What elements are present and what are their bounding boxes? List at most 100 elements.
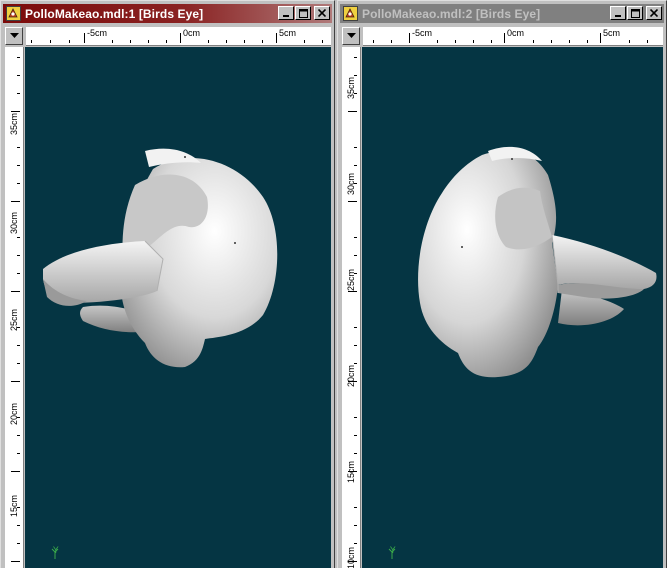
ruler-tick xyxy=(354,435,357,436)
ruler-tick xyxy=(17,543,20,544)
ruler-tick xyxy=(166,40,167,43)
view-menu-button[interactable] xyxy=(342,27,360,45)
ruler-tick xyxy=(11,291,20,292)
ruler-tick xyxy=(17,345,20,346)
ruler-tick xyxy=(354,327,357,328)
ruler-label: -5cm xyxy=(412,28,432,38)
title-bar[interactable]: PolloMakeao.mdl:1 [Birds Eye] xyxy=(3,4,332,23)
3d-viewport[interactable]: Y xyxy=(25,47,331,568)
ruler-tick xyxy=(17,183,20,184)
ruler-tick xyxy=(354,363,357,364)
ruler-label: 20cm xyxy=(9,402,19,425)
maximize-icon xyxy=(630,8,640,18)
minimize-button[interactable] xyxy=(278,6,294,20)
ruler-tick xyxy=(17,57,20,58)
bird-head-model[interactable] xyxy=(362,47,663,568)
window-title: PolloMakeao.mdl:2 [Birds Eye] xyxy=(362,6,541,21)
ruler-tick xyxy=(17,237,20,238)
ruler-tick xyxy=(262,40,263,43)
ruler-tick xyxy=(437,40,438,43)
close-button[interactable] xyxy=(646,6,662,20)
ruler-label: 5cm xyxy=(279,28,297,38)
ruler-tick xyxy=(348,381,357,382)
maximize-button[interactable] xyxy=(627,6,643,20)
title-bar[interactable]: PolloMakeao.mdl:2 [Birds Eye] xyxy=(340,4,664,23)
ruler-label: 30cm xyxy=(9,211,19,234)
ruler-tick xyxy=(354,543,357,544)
ruler-tick xyxy=(17,417,20,418)
ruler-tick xyxy=(130,40,131,43)
horizontal-ruler: -5cm 0cm 5cm xyxy=(26,27,331,46)
y-axis-label: Y xyxy=(390,546,396,556)
minimize-icon xyxy=(283,15,289,17)
ruler-tick xyxy=(180,33,181,43)
ruler-tick xyxy=(322,40,323,43)
ruler-tick xyxy=(354,345,357,346)
horizontal-ruler: -5cm 0cm 5cm xyxy=(363,27,663,46)
minimize-button[interactable] xyxy=(610,6,626,20)
ruler-tick xyxy=(17,273,20,274)
minimize-icon xyxy=(615,15,621,17)
ruler-tick xyxy=(409,33,410,43)
ruler-tick xyxy=(354,75,357,76)
ruler-tick xyxy=(17,507,20,508)
ruler-tick xyxy=(348,201,357,202)
ruler-tick xyxy=(391,40,392,43)
ruler-tick xyxy=(11,471,20,472)
ruler-tick xyxy=(148,40,149,43)
ruler-tick xyxy=(348,291,357,292)
ruler-tick xyxy=(354,255,357,256)
ruler-label: 0cm xyxy=(183,28,201,38)
ruler-tick xyxy=(354,273,357,274)
bird-head-model[interactable] xyxy=(25,47,331,568)
ruler-tick xyxy=(11,381,20,382)
ruler-tick xyxy=(112,40,113,43)
ruler-tick xyxy=(373,40,374,43)
ruler-tick xyxy=(226,40,227,43)
ruler-tick xyxy=(11,561,20,562)
ruler-tick xyxy=(533,40,534,43)
view-menu-button[interactable] xyxy=(5,27,23,45)
ruler-tick xyxy=(11,201,20,202)
ruler-tick xyxy=(17,435,20,436)
ruler-tick xyxy=(17,165,20,166)
ruler-label: 20cm xyxy=(346,364,356,387)
ruler-tick xyxy=(11,111,20,112)
ruler-tick xyxy=(473,40,474,43)
model-window-2[interactable]: PolloMakeao.mdl:2 [Birds Eye] -5cm 0cm 5… xyxy=(337,0,667,568)
app-icon[interactable] xyxy=(5,6,21,22)
ruler-tick xyxy=(354,525,357,526)
ruler-tick xyxy=(348,471,357,472)
ruler-label: 35cm xyxy=(9,112,19,135)
ruler-tick xyxy=(587,40,588,43)
ruler-tick xyxy=(354,57,357,58)
window-title: PolloMakeao.mdl:1 [Birds Eye] xyxy=(25,6,204,21)
ruler-label: 35cm xyxy=(346,76,356,99)
dropdown-arrow-icon xyxy=(346,33,356,38)
ruler-tick xyxy=(354,147,357,148)
ruler-tick xyxy=(354,417,357,418)
ruler-tick xyxy=(84,33,85,43)
ruler-tick xyxy=(504,33,505,43)
ruler-label: 10cm xyxy=(346,546,356,568)
model-window-1[interactable]: PolloMakeao.mdl:1 [Birds Eye] -5cm 0cm 5… xyxy=(0,0,335,568)
ruler-tick xyxy=(17,75,20,76)
ruler-tick xyxy=(629,40,630,43)
ruler-tick xyxy=(17,93,20,94)
close-button[interactable] xyxy=(314,6,330,20)
vertical-ruler: 35cm 30cm 25cm 20cm 15cm xyxy=(5,47,24,568)
maximize-icon xyxy=(298,8,308,18)
ruler-tick xyxy=(354,507,357,508)
ruler-tick xyxy=(17,255,20,256)
ruler-label: 5cm xyxy=(603,28,621,38)
app-icon[interactable] xyxy=(342,6,358,22)
vertical-ruler: 35cm 30cm 25cm 20cm 15cm 10cm xyxy=(342,47,361,568)
ruler-tick xyxy=(354,453,357,454)
ruler-tick xyxy=(208,40,209,43)
maximize-button[interactable] xyxy=(295,6,311,20)
ruler-tick xyxy=(31,40,32,43)
ruler-tick xyxy=(50,40,51,43)
y-axis-label: Y xyxy=(53,546,59,556)
ruler-label: -5cm xyxy=(87,28,107,38)
3d-viewport[interactable]: Y xyxy=(362,47,663,568)
